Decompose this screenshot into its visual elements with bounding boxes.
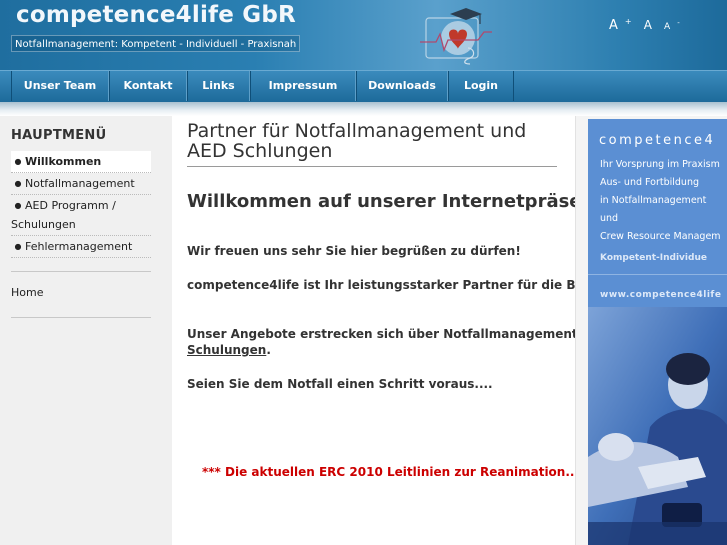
menu-item-willkommen[interactable]: ● Willkommen <box>11 151 151 173</box>
nav-item-label: Downloads <box>368 79 436 92</box>
promo-line: Aus- und Fortbildung <box>600 177 699 188</box>
top-navigation: Unser Team Kontakt Links Impressum Downl… <box>0 70 727 102</box>
heart-monitor-logo-icon <box>420 8 492 65</box>
font-size-minus-sign: - <box>677 19 680 27</box>
schulungen-link[interactable]: Schulungen <box>187 343 266 357</box>
promo-url: www.competence4life <box>600 290 722 300</box>
home-link[interactable]: Home <box>11 286 43 299</box>
nav-item-label: Unser Team <box>23 79 97 92</box>
page: competence4life GbR Notfallmanagement: K… <box>0 0 727 545</box>
partner-paragraph: competence4life ist Ihr leistungsstarker… <box>187 278 575 292</box>
nav-item-label: Impressum <box>268 79 338 92</box>
erc-guidelines-link[interactable]: *** Die aktuellen ERC 2010 Leitlinien zu… <box>202 465 575 479</box>
nav-item-label: Links <box>202 79 235 92</box>
font-size-increase-label: A <box>609 18 618 33</box>
font-size-increase-button[interactable]: A + <box>609 17 632 33</box>
bullet-icon: ● <box>14 242 22 251</box>
promo-line: Ihr Vorsprung im Praxism <box>600 159 720 170</box>
offer-text: Unser Angebote erstrecken sich über Notf… <box>187 327 575 341</box>
greeting-paragraph: Wir freuen uns sehr Sie hier begrüßen zu… <box>187 244 521 258</box>
menu-item-label: Fehlermanagement <box>25 240 133 253</box>
menu-divider <box>11 271 151 272</box>
bullet-icon: ● <box>14 179 22 188</box>
menu-item-notfallmanagement[interactable]: ● Notfallmanagement <box>11 173 151 195</box>
bullet-icon: ● <box>14 201 22 210</box>
menu-item-label: Notfallmanagement <box>25 177 135 190</box>
site-header: competence4life GbR Notfallmanagement: K… <box>0 0 727 70</box>
nav-item-impressum[interactable]: Impressum <box>250 71 356 101</box>
promo-banner[interactable]: competence4 Ihr Vorsprung im Praxism Aus… <box>588 119 727 545</box>
promo-line: Crew Resource Managem <box>600 231 721 242</box>
menu-item-fehlermanagement[interactable]: ● Fehlermanagement <box>11 236 151 258</box>
resuscitation-training-photo <box>588 307 727 545</box>
main-menu-heading: HAUPTMENÜ <box>11 128 107 143</box>
font-size-controls: A + A A- <box>609 14 687 33</box>
nav-item-unser-team[interactable]: Unser Team <box>11 71 109 101</box>
nav-item-label: Login <box>463 79 499 92</box>
welcome-heading: Willkommen auf unserer Internetpräsenz <box>187 191 575 212</box>
offer-period: . <box>266 343 271 357</box>
nav-item-login[interactable]: Login <box>448 71 514 101</box>
bullet-icon: ● <box>14 157 22 166</box>
title-divider <box>187 166 557 167</box>
menu-divider <box>11 317 151 318</box>
promo-line: und <box>600 213 619 224</box>
nav-shadow <box>0 102 727 116</box>
nav-item-links[interactable]: Links <box>187 71 250 101</box>
font-size-plus-sign: + <box>624 16 632 26</box>
closing-paragraph: Seien Sie dem Notfall einen Schritt vora… <box>187 377 493 391</box>
main-content: Partner für Notfallmanagement und AED Sc… <box>172 116 575 545</box>
font-size-decrease-button[interactable]: A- <box>664 19 680 32</box>
font-size-decrease-label: A <box>664 22 671 32</box>
top-nav-list: Unser Team Kontakt Links Impressum Downl… <box>0 71 727 102</box>
menu-item-label: Willkommen <box>25 155 102 168</box>
nav-item-downloads[interactable]: Downloads <box>356 71 448 101</box>
font-size-reset-button[interactable]: A <box>644 18 652 32</box>
main-menu: ● Willkommen ● Notfallmanagement ● AED Prog… <box>11 151 151 258</box>
promo-divider <box>588 274 727 275</box>
site-title[interactable]: competence4life GbR <box>16 2 296 28</box>
promo-slogan: Kompetent-Individue <box>600 253 707 263</box>
left-sidebar: HAUPTMENÜ ● Willkommen ● Notfallmanagement… <box>0 116 172 545</box>
promo-brand: competence4 <box>599 133 716 148</box>
site-tagline: Notfallmanagement: Kompetent - Individue… <box>11 35 301 52</box>
menu-item-aed-programm[interactable]: ● AED Programm / Schulungen <box>11 195 151 236</box>
menu-item-label: AED Programm / Schulungen <box>11 199 116 231</box>
page-title: Partner für Notfallmanagement und AED Sc… <box>187 120 527 162</box>
offer-paragraph: Unser Angebote erstrecken sich über Notf… <box>187 326 575 358</box>
nav-item-label: Kontakt <box>123 79 173 92</box>
promo-line: in Notfallmanagement <box>600 195 707 206</box>
nav-item-kontakt[interactable]: Kontakt <box>109 71 187 101</box>
